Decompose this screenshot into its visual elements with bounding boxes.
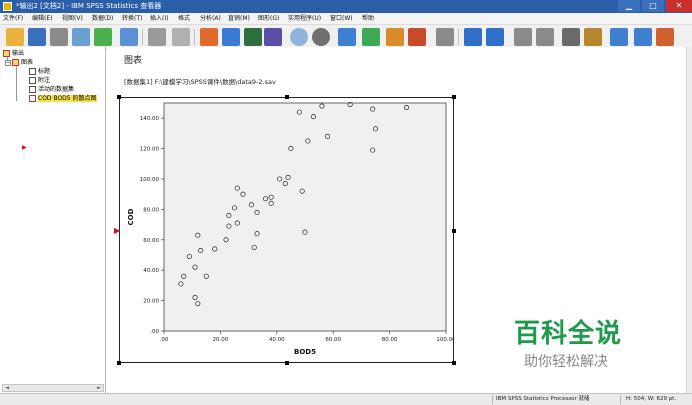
tree-node-scatterplot[interactable]: COD BOD5 的散点图 [29, 95, 97, 103]
spell-check-icon[interactable] [312, 28, 330, 46]
tree-node-notes[interactable]: 附注 [29, 77, 50, 85]
demote-icon[interactable] [486, 28, 504, 46]
y-tick-label: .00 [150, 329, 159, 335]
x-tick-label: 20.00 [213, 337, 229, 343]
y-tick-label: 20.00 [143, 299, 159, 305]
insert-title-icon[interactable] [610, 28, 628, 46]
tree-connector [16, 65, 17, 101]
chart-book-icon [12, 59, 19, 66]
y-tick-label: 80.00 [143, 207, 159, 213]
show-all-variables-icon[interactable] [290, 28, 308, 46]
notes-page-icon [29, 77, 36, 84]
menu-format[interactable]: 格式 [178, 13, 190, 25]
y-tick-label: 100.00 [140, 177, 160, 183]
print-preview-icon[interactable] [72, 28, 90, 46]
dataset-page-icon [29, 86, 36, 93]
tree-node-output[interactable]: 输出 [3, 50, 24, 58]
collapse-icon[interactable] [536, 28, 554, 46]
tree-node-active-dataset[interactable]: 活动的数据集 [29, 86, 74, 94]
toolbar-separator [194, 29, 195, 45]
designate-window-icon[interactable] [338, 28, 356, 46]
scatterplot-chart-icon [29, 95, 36, 102]
variables-icon[interactable] [264, 28, 282, 46]
menu-bar: 文件(F) 编辑(E) 视图(V) 数据(D) 转换(T) 插入(I) 格式 分… [0, 13, 692, 25]
menu-utilities[interactable]: 实用程序(U) [288, 13, 321, 25]
goto-case-icon[interactable] [222, 28, 240, 46]
minimize-button[interactable]: ▁ [618, 0, 640, 12]
menu-insert[interactable]: 插入(I) [150, 13, 168, 25]
watermark-slogan: 助你轻松解决 [524, 354, 608, 370]
insert-heading-icon[interactable] [584, 28, 602, 46]
export-icon[interactable] [94, 28, 112, 46]
save-icon[interactable] [28, 28, 46, 46]
outline-horizontal-scrollbar[interactable]: ◄ ► [2, 384, 104, 392]
print-icon[interactable] [50, 28, 68, 46]
select-last-output-icon[interactable] [362, 28, 380, 46]
dataset-filepath: [数据集1] F:\建模学习\SPSS课件\数据\data9-2.sav [124, 78, 276, 86]
menu-direct-marketing[interactable]: 直销(M) [228, 13, 250, 25]
status-bar: IBM SPSS Statistics Processor 就绪 H: 504,… [0, 393, 692, 405]
y-tick-label: 120.00 [140, 147, 160, 153]
chart-size-status: H: 504, W: 629 pt. [626, 396, 677, 402]
menu-transform[interactable]: 转换(T) [122, 13, 142, 25]
y-tick-label: 40.00 [143, 268, 159, 274]
tree-node-title[interactable]: 标题 [29, 68, 50, 76]
processor-status: IBM SPSS Statistics Processor 就绪 [496, 396, 590, 402]
content-vertical-scrollbar[interactable] [686, 47, 692, 393]
goto-data-icon[interactable] [200, 28, 218, 46]
x-tick-label: 40.00 [269, 337, 285, 343]
menu-graphs[interactable]: 图形(G) [258, 13, 279, 25]
insert-image-icon[interactable] [656, 28, 674, 46]
scroll-left-icon[interactable]: ◄ [3, 385, 11, 391]
toolbar-separator [142, 29, 143, 45]
scatterplot-chart[interactable]: .00 20.00 40.00 60.00 80.00 100.00 .00 20.00 40.… [119, 97, 454, 363]
menu-help[interactable]: 帮助 [362, 13, 374, 25]
create-edit-autoscript-icon[interactable] [386, 28, 404, 46]
spss-app-icon [3, 2, 12, 11]
output-book-icon [3, 50, 10, 57]
x-tick-label: 80.00 [382, 337, 398, 343]
y-axis-label: COD [127, 208, 135, 225]
run-autoscript-icon[interactable] [408, 28, 426, 46]
show-icon[interactable] [562, 28, 580, 46]
close-button[interactable]: ✕ [666, 0, 692, 12]
maximize-button[interactable]: □ [642, 0, 664, 12]
output-heading: 图表 [124, 56, 143, 66]
plot-area [163, 102, 447, 332]
window-title: *输出2 [文档2] - IBM SPSS Statistics 查看器 [16, 2, 162, 10]
promote-icon[interactable] [464, 28, 482, 46]
title-page-icon [29, 68, 36, 75]
menu-view[interactable]: 视图(V) [62, 13, 83, 25]
menu-data[interactable]: 数据(D) [92, 13, 113, 25]
goto-variable-icon[interactable] [244, 28, 262, 46]
x-axis-label: BOD5 [294, 348, 316, 356]
insert-text-icon[interactable] [634, 28, 652, 46]
title-bar: *输出2 [文档2] - IBM SPSS Statistics 查看器 ▁ □… [0, 0, 692, 13]
menu-analyze[interactable]: 分析(A) [200, 13, 221, 25]
menu-file[interactable]: 文件(F) [3, 13, 23, 25]
menu-edit[interactable]: 编辑(E) [32, 13, 52, 25]
y-tick-label: 140.00 [140, 116, 160, 122]
spss-viewer-window: *输出2 [文档2] - IBM SPSS Statistics 查看器 ▁ □… [0, 0, 692, 405]
y-tick-label: 60.00 [143, 238, 159, 244]
hide-icon[interactable] [436, 28, 454, 46]
expand-icon[interactable] [514, 28, 532, 46]
redo-icon[interactable] [172, 28, 190, 46]
outline-pane: 输出 − 图表 标题 附注 活动的数据集 COD BOD5 的散点图 ▶ ◄ ► [0, 47, 106, 393]
status-divider [620, 395, 621, 404]
current-item-arrow-icon: ▶ [22, 144, 27, 151]
open-folder-icon[interactable] [6, 28, 24, 46]
x-tick-label: .00 [160, 337, 169, 343]
tree-node-chart[interactable]: 图表 [12, 59, 33, 67]
watermark-logo-text: 百科全说 [514, 319, 623, 349]
status-divider [492, 395, 493, 404]
x-tick-label: 100.00 [436, 337, 454, 343]
x-tick-label: 60.00 [325, 337, 341, 343]
collapse-toggle[interactable]: − [5, 60, 11, 66]
scroll-right-icon[interactable]: ► [95, 385, 103, 391]
toolbar-separator [458, 29, 459, 45]
recall-dialog-icon[interactable] [120, 28, 138, 46]
menu-window[interactable]: 窗口(W) [330, 13, 353, 25]
undo-icon[interactable] [148, 28, 166, 46]
